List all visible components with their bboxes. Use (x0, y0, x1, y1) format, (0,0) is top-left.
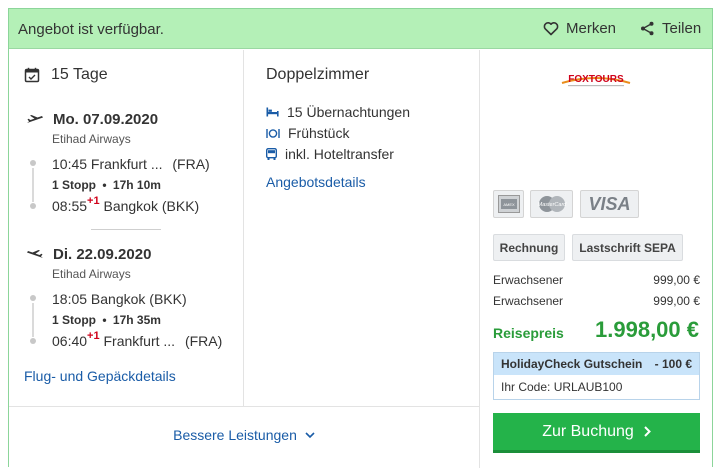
inbound-stops-count: 1 Stopp (52, 313, 96, 327)
flight-luggage-details-link[interactable]: Flug- und Gepäckdetails (24, 368, 176, 384)
feature-breakfast-label: Frühstück (288, 125, 350, 141)
inbound-arrival-place: Frankfurt ... (103, 333, 176, 349)
offer-card: Angebot ist verfügbar. Merken Teilen 15 … (8, 8, 713, 468)
inbound-departure: 18:05 Bangkok (BKK) (52, 291, 187, 307)
inbound-departure-dot (30, 295, 36, 301)
inbound-day-offset: +1 (87, 330, 100, 342)
inbound-arrival-dot (30, 338, 36, 344)
feature-nights: 15 Übernachtungen (266, 104, 410, 120)
separator-bullet: • (102, 313, 107, 327)
outbound-date: Mo. 07.09.2020 (53, 111, 159, 128)
voucher-box: HolidayCheck Gutschein - 100 € Ihr Code:… (493, 352, 700, 400)
availability-bar: Angebot ist verfügbar. Merken Teilen (9, 9, 712, 49)
outbound-airline: Etihad Airways (52, 132, 131, 146)
bed-icon (266, 107, 279, 117)
inbound-travel-time: 17h 35m (112, 313, 161, 327)
flight-divider (91, 229, 161, 230)
better-services-bar: Bessere Leistungen (9, 406, 479, 468)
price-line: Erwachsener 999,00 € (493, 294, 700, 308)
outbound-departure: 10:45 Frankfurt ... (FRA) (52, 156, 210, 172)
plane-departure-icon (27, 114, 43, 123)
outbound-date-row: Mo. 07.09.2020 (26, 111, 158, 128)
save-label: Merken (566, 20, 617, 37)
book-button[interactable]: Zur Buchung (493, 413, 700, 453)
outbound-arrival-dot (30, 203, 36, 209)
voucher-header: HolidayCheck Gutschein - 100 € (494, 353, 699, 375)
trip-duration: 15 Tage (24, 66, 108, 84)
price-line: Erwachsener 999,00 € (493, 273, 700, 287)
inbound-arrival: 06:40+1 Frankfurt ... (FRA) (52, 330, 223, 349)
price-line-label: Erwachsener (493, 273, 564, 287)
feature-breakfast: Frühstück (266, 125, 349, 141)
feature-nights-label: 15 Übernachtungen (287, 104, 410, 120)
room-column: Doppelzimmer 15 Übernachtungen Frühstück… (244, 50, 479, 406)
better-services-toggle[interactable]: Bessere Leistungen (9, 427, 479, 443)
mastercard-icon: MasterCard (537, 196, 567, 212)
amex-logo-text: AMEX (503, 202, 515, 207)
plane-arrival-icon (27, 249, 43, 258)
flight-column: 15 Tage Mo. 07.09.2020 Etihad Airways 10… (9, 50, 244, 406)
outbound-day-offset: +1 (87, 195, 100, 207)
amex-logo: AMEX (493, 190, 524, 218)
calendar-icon (24, 67, 40, 83)
share-icon (641, 21, 654, 36)
share-label: Teilen (662, 20, 702, 37)
inbound-stops: 1 Stopp • 17h 35m (52, 313, 161, 327)
total-price-label: Reisepreis (493, 325, 564, 341)
plate-cutlery-icon (266, 128, 280, 138)
price-line-value: 999,00 € (653, 273, 700, 287)
outbound-arrival-place: Bangkok (BKK) (103, 198, 200, 214)
trip-duration-label: 15 Tage (51, 66, 108, 83)
offer-details-link[interactable]: Angebotsdetails (266, 174, 366, 190)
mastercard-logo-text: MasterCard (537, 202, 567, 208)
chevron-down-icon (305, 431, 315, 438)
payment-sepa: Lastschrift SEPA (572, 234, 683, 261)
outbound-stops-count: 1 Stopp (52, 178, 96, 192)
voucher-title: HolidayCheck Gutschein (501, 357, 643, 371)
inbound-arrival-time: 06:40 (52, 333, 88, 349)
outbound-stops: 1 Stopp • 17h 10m (52, 178, 161, 192)
provider-logo-text: FOXTOURS (568, 74, 624, 85)
book-button-label: Zur Buchung (542, 422, 634, 440)
price-line-value: 999,00 € (653, 294, 700, 308)
outbound-route-line (32, 168, 34, 202)
inbound-airline: Etihad Airways (52, 267, 131, 281)
save-button[interactable]: Merken (543, 20, 616, 37)
availability-status: Angebot ist verfügbar. (18, 21, 164, 38)
inbound-arrival-code: (FRA) (184, 333, 223, 349)
share-button[interactable]: Teilen (640, 20, 701, 37)
amex-card-icon: AMEX (497, 195, 520, 213)
voucher-code: Ihr Code: URLAUB100 (501, 380, 623, 394)
total-price-value: 1.998,00 € (595, 317, 699, 342)
chevron-right-icon (644, 426, 651, 437)
price-line-label: Erwachsener (493, 294, 564, 308)
visa-logo: VISA (580, 190, 639, 218)
provider-logo: FOXTOURS (561, 74, 631, 87)
outbound-departure-dot (30, 160, 36, 166)
mastercard-logo: MasterCard (530, 190, 573, 218)
inbound-date: Di. 22.09.2020 (53, 246, 152, 263)
visa-logo-text: VISA (588, 193, 631, 214)
outbound-arrival: 08:55+1 Bangkok (BKK) (52, 195, 200, 214)
outbound-departure-text: 10:45 Frankfurt ... (52, 156, 163, 172)
separator-bullet: • (102, 178, 107, 192)
feature-transfer: inkl. Hoteltransfer (266, 146, 394, 162)
outbound-travel-time: 17h 10m (112, 178, 161, 192)
feature-transfer-label: inkl. Hoteltransfer (285, 146, 394, 162)
payment-invoice: Rechnung (493, 234, 565, 261)
inbound-date-row: Di. 22.09.2020 (26, 246, 151, 263)
heart-icon (543, 22, 559, 36)
better-services-label: Bessere Leistungen (173, 427, 297, 443)
room-title: Doppelzimmer (266, 66, 370, 83)
voucher-discount: - 100 € (654, 357, 692, 371)
inbound-route-line (32, 303, 34, 337)
price-column: FOXTOURS AMEX MasterCard VISA Rechnung L… (479, 50, 712, 468)
bus-icon (266, 148, 277, 160)
outbound-departure-code: (FRA) (172, 156, 210, 172)
outbound-arrival-time: 08:55 (52, 198, 88, 214)
